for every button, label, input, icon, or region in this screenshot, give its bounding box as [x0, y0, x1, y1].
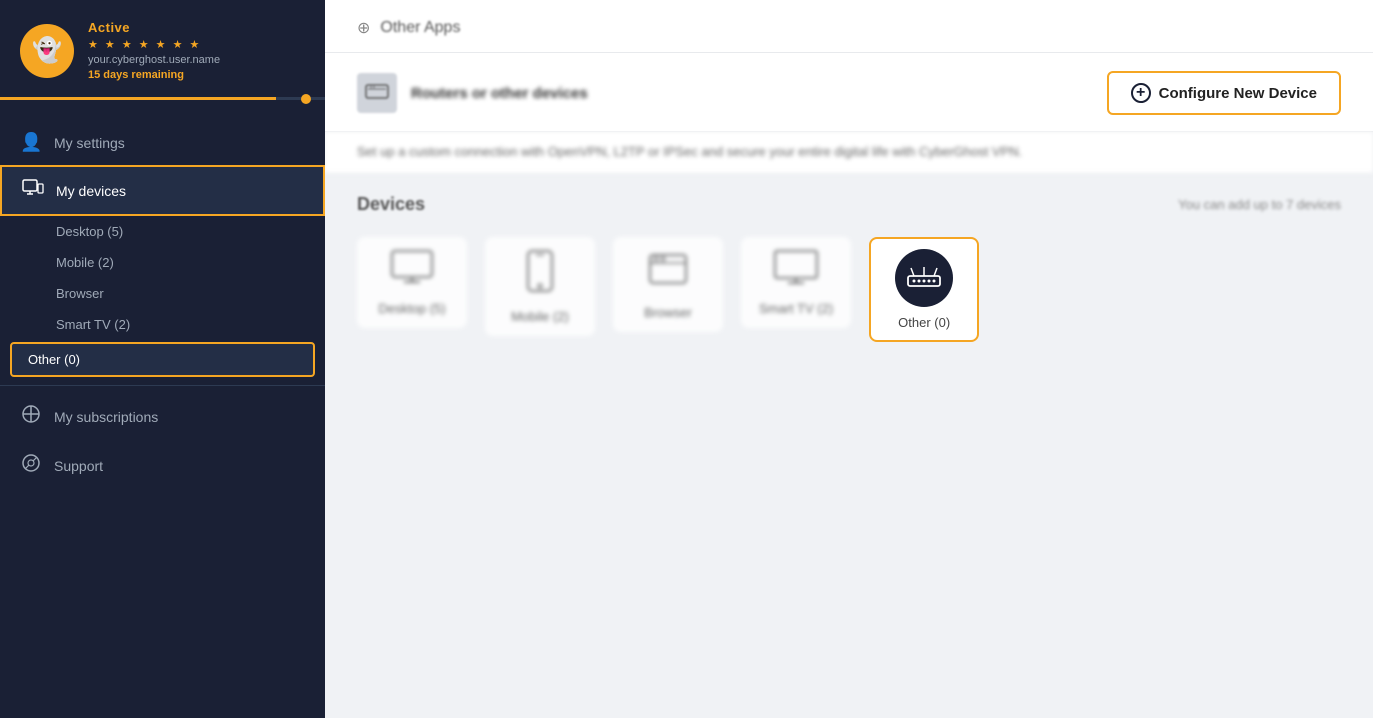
sidebar-item-my-settings[interactable]: 👤 My settings [0, 120, 325, 165]
device-description: Set up a custom connection with OpenVPN,… [325, 132, 1373, 174]
smart-tv-device-icon [773, 249, 819, 293]
device-card-desktop[interactable]: Desktop (5) [357, 237, 467, 328]
router-device-icon [895, 249, 953, 307]
device-type-icon-box [357, 73, 397, 113]
sidebar-item-my-subscriptions[interactable]: My subscriptions [0, 392, 325, 441]
device-type-label: Routers or other devices [411, 85, 588, 102]
device-card-browser-label: Browser [644, 305, 692, 320]
sub-nav-browser[interactable]: Browser [0, 278, 325, 309]
device-card-browser[interactable]: Browser [613, 237, 723, 332]
sidebar-logo-area: 👻 Active ★ ★ ★ ★ ★ ★ ★ your.cyberghost.u… [0, 0, 325, 97]
mobile-device-icon [526, 249, 554, 301]
app-logo: 👻 [20, 24, 74, 78]
sub-nav-smart-tv[interactable]: Smart TV (2) [0, 309, 325, 340]
sidebar-item-subscriptions-label: My subscriptions [54, 409, 158, 425]
sidebar-item-my-settings-label: My settings [54, 135, 125, 151]
devices-header: Devices You can add up to 7 devices [357, 194, 1341, 215]
configure-btn-label: Configure New Device [1159, 85, 1317, 102]
sidebar-nav: 👤 My settings My devices Desktop (5) M [0, 108, 325, 718]
sidebar: 👻 Active ★ ★ ★ ★ ★ ★ ★ your.cyberghost.u… [0, 0, 325, 718]
logo-face-icon: 👻 [32, 36, 62, 65]
nav-divider-1 [0, 385, 325, 386]
main-content: ⊕ Other Apps Routers or other devices + … [325, 0, 1373, 718]
trial-progress-fill [0, 97, 276, 100]
device-type-section: Routers or other devices + Configure New… [325, 53, 1373, 132]
sub-nav-desktop[interactable]: Desktop (5) [0, 216, 325, 247]
device-card-other-label: Other (0) [898, 315, 950, 330]
sub-nav-mobile[interactable]: Mobile (2) [0, 247, 325, 278]
trial-progress-dot [301, 94, 311, 104]
devices-section-title: Devices [357, 194, 425, 215]
other-apps-header: ⊕ Other Apps [325, 0, 1373, 53]
settings-icon: 👤 [20, 132, 42, 153]
account-status: Active [88, 20, 220, 35]
sub-nav-other[interactable]: Other (0) [10, 342, 315, 377]
account-username: your.cyberghost.user.name [88, 54, 220, 66]
device-card-smart-tv-label: Smart TV (2) [759, 301, 833, 316]
device-card-mobile-label: Mobile (2) [511, 309, 569, 324]
other-apps-title: Other Apps [380, 19, 460, 37]
devices-section: Devices You can add up to 7 devices Desk… [325, 174, 1373, 718]
configure-new-device-button[interactable]: + Configure New Device [1107, 71, 1341, 115]
browser-device-icon [648, 249, 688, 297]
sidebar-item-support-label: Support [54, 458, 103, 474]
configure-plus-icon: + [1131, 83, 1151, 103]
account-trial: 15 days remaining [88, 69, 220, 81]
account-stars: ★ ★ ★ ★ ★ ★ ★ [88, 38, 220, 51]
device-card-mobile[interactable]: Mobile (2) [485, 237, 595, 336]
logo-text-area: Active ★ ★ ★ ★ ★ ★ ★ your.cyberghost.use… [88, 20, 220, 81]
subscriptions-icon [20, 404, 42, 429]
sidebar-item-my-devices-label: My devices [56, 183, 126, 199]
sidebar-item-my-devices[interactable]: My devices [0, 165, 325, 216]
device-card-desktop-label: Desktop (5) [378, 301, 445, 316]
device-card-other[interactable]: Other (0) [869, 237, 979, 342]
other-apps-plus-icon: ⊕ [357, 18, 370, 38]
devices-icon [22, 179, 44, 202]
devices-sub-nav: Desktop (5) Mobile (2) Browser Smart TV … [0, 216, 325, 379]
device-type-left: Routers or other devices [357, 73, 588, 113]
device-card-smart-tv[interactable]: Smart TV (2) [741, 237, 851, 328]
trial-progress-bar [0, 97, 325, 100]
devices-limit-label: You can add up to 7 devices [1178, 197, 1341, 212]
sidebar-item-support[interactable]: Support [0, 441, 325, 490]
desktop-device-icon [390, 249, 434, 293]
support-icon [20, 453, 42, 478]
devices-grid: Desktop (5) Mobile (2) [357, 237, 1341, 342]
